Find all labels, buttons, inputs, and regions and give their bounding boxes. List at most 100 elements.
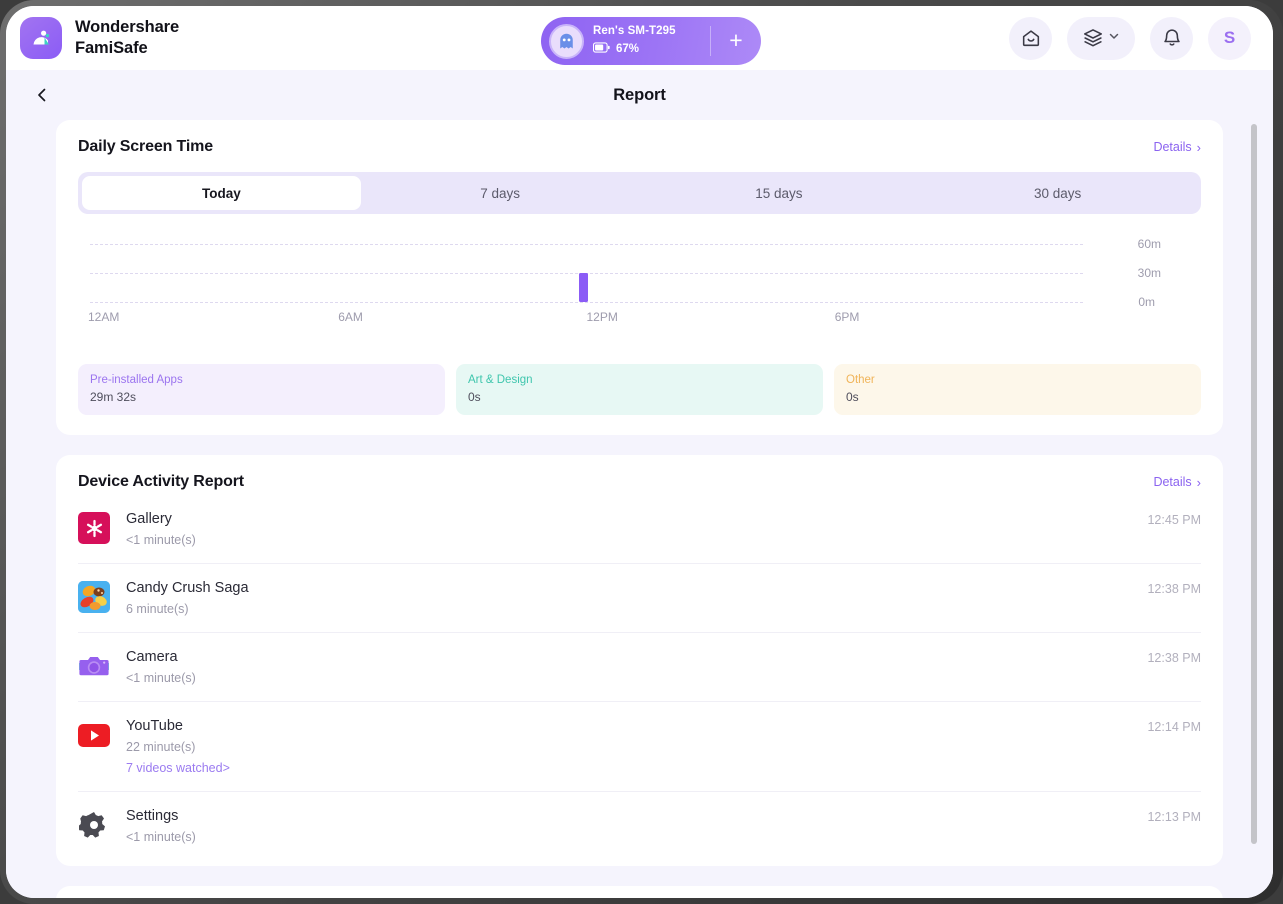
category-art-and-design[interactable]: Art & Design 0s	[456, 364, 823, 415]
famisafe-logo-icon	[20, 17, 62, 59]
category-value: 29m 32s	[90, 390, 137, 404]
recent-browser-history-card: Recent Browser History Details ›	[56, 886, 1223, 898]
card-header: Daily Screen Time Details ›	[78, 138, 1201, 156]
table-row[interactable]: Settings <1 minute(s) 12:13 PM	[78, 792, 1201, 860]
battery-percent: 67%	[616, 42, 640, 55]
table-row[interactable]: Gallery <1 minute(s) 12:45 PM	[78, 495, 1201, 564]
chevron-right-icon: ›	[1196, 474, 1201, 490]
activity-info: YouTube 22 minute(s) 7 videos watched>	[126, 718, 1147, 775]
device-battery: 67%	[592, 40, 676, 58]
app-duration: 6 minute(s)	[126, 602, 189, 616]
app-window: Wondershare FamiSafe Ren's SM-T295 67% +…	[6, 6, 1273, 898]
device-activity-report-card: Device Activity Report Details › Gallery…	[56, 455, 1223, 866]
ghost-avatar-icon	[549, 23, 584, 59]
chart-plot-area: 12AM 6AM 12PM 6PM	[88, 244, 1083, 324]
device-frame: Wondershare FamiSafe Ren's SM-T295 67% +…	[0, 0, 1283, 904]
sub-header: Report	[6, 70, 1273, 120]
app-name: Candy Crush Saga	[126, 580, 249, 596]
activity-title: Device Activity Report	[78, 473, 244, 490]
screen-time-details-link[interactable]: Details ›	[1153, 140, 1201, 155]
details-label: Details	[1153, 140, 1192, 154]
app-timestamp: 12:45 PM	[1147, 513, 1201, 527]
app-name: YouTube	[126, 718, 183, 734]
scrollbar[interactable]	[1251, 124, 1257, 892]
screen-time-chart: 12AM 6AM 12PM 6PM 60m 30m 0m	[78, 237, 1201, 352]
add-device-button[interactable]: +	[725, 29, 747, 52]
brand-line-2: FamiSafe	[75, 39, 148, 57]
y-tick-0m: 0m	[1138, 295, 1155, 309]
category-name: Other	[846, 374, 875, 386]
range-tab-group: Today 7 days 15 days 30 days	[78, 172, 1201, 214]
app-name: Gallery	[126, 511, 172, 527]
brand: Wondershare FamiSafe	[20, 17, 179, 59]
brand-name: Wondershare FamiSafe	[75, 17, 179, 59]
tab-7-days[interactable]: 7 days	[361, 176, 640, 210]
home-icon[interactable]	[1009, 16, 1052, 60]
daily-screen-time-card: Daily Screen Time Details › Today 7 days…	[56, 120, 1223, 435]
scrollbar-thumb[interactable]	[1251, 124, 1257, 844]
brand-line-1: Wondershare	[75, 18, 180, 37]
page-title: Report	[613, 85, 666, 104]
details-label: Details	[1153, 475, 1192, 489]
table-row[interactable]: YouTube 22 minute(s) 7 videos watched> 1…	[78, 702, 1201, 792]
youtube-icon	[78, 719, 110, 751]
card-header: Device Activity Report Details ›	[78, 473, 1201, 491]
chevron-left-icon[interactable]	[28, 81, 56, 109]
table-row[interactable]: Camera <1 minute(s) 12:38 PM	[78, 633, 1201, 702]
battery-icon	[592, 40, 610, 58]
activity-info: Camera <1 minute(s)	[126, 649, 1147, 685]
activity-details-link[interactable]: Details ›	[1153, 475, 1201, 490]
candy-crush-icon	[78, 581, 110, 613]
app-timestamp: 12:38 PM	[1147, 651, 1201, 665]
category-name: Art & Design	[468, 374, 533, 386]
layers-icon[interactable]	[1067, 16, 1135, 60]
app-duration: 22 minute(s)	[126, 740, 196, 754]
x-tick-6am: 6AM	[338, 310, 363, 324]
user-avatar[interactable]: S	[1208, 16, 1251, 60]
app-timestamp: 12:38 PM	[1147, 582, 1201, 596]
device-selector[interactable]: Ren's SM-T295 67% +	[541, 17, 761, 65]
category-name: Pre-installed Apps	[90, 374, 183, 386]
app-duration: <1 minute(s)	[126, 671, 196, 685]
chart-bar-12pm	[578, 273, 588, 302]
app-timestamp: 12:14 PM	[1147, 720, 1201, 734]
app-duration: <1 minute(s)	[126, 533, 196, 547]
device-pill-divider	[710, 26, 711, 56]
chevron-right-icon: ›	[1196, 139, 1201, 155]
bell-icon[interactable]	[1150, 16, 1193, 60]
y-tick-60m: 60m	[1137, 237, 1161, 251]
app-name: Settings	[126, 808, 179, 824]
top-bar-actions: S	[1009, 16, 1251, 60]
app-timestamp: 12:13 PM	[1147, 810, 1201, 824]
tab-15-days[interactable]: 15 days	[640, 176, 919, 210]
x-tick-12pm: 12PM	[586, 310, 618, 324]
activity-info: Candy Crush Saga 6 minute(s)	[126, 580, 1147, 616]
table-row[interactable]: Candy Crush Saga 6 minute(s) 12:38 PM	[78, 564, 1201, 633]
app-name: Camera	[126, 649, 178, 665]
app-duration: <1 minute(s)	[126, 830, 196, 844]
x-tick-6pm: 6PM	[834, 310, 860, 324]
x-tick-12am: 12AM	[88, 310, 120, 324]
gallery-icon	[78, 512, 110, 544]
screen-time-title: Daily Screen Time	[78, 138, 214, 155]
settings-gear-icon	[78, 809, 110, 841]
activity-info: Settings <1 minute(s)	[126, 808, 1147, 844]
category-legend: Pre-installed Apps 29m 32s Art & Design …	[78, 364, 1201, 415]
category-other[interactable]: Other 0s	[834, 364, 1201, 415]
device-name: Ren's SM-T295	[593, 24, 676, 37]
category-value: 0s	[846, 390, 859, 404]
tab-30-days[interactable]: 30 days	[918, 176, 1197, 210]
scroll-content: Daily Screen Time Details › Today 7 days…	[6, 120, 1273, 898]
videos-watched-link[interactable]: 7 videos watched>	[126, 761, 1147, 775]
y-tick-30m: 30m	[1137, 266, 1161, 280]
device-meta: Ren's SM-T295 67%	[592, 24, 676, 58]
top-bar: Wondershare FamiSafe Ren's SM-T295 67% +…	[6, 6, 1273, 70]
tab-today[interactable]: Today	[82, 176, 361, 210]
chevron-down-icon	[1108, 29, 1120, 47]
gridline-60m	[90, 244, 1083, 245]
camera-icon	[78, 650, 110, 682]
activity-info: Gallery <1 minute(s)	[126, 511, 1147, 547]
category-pre-installed-apps[interactable]: Pre-installed Apps 29m 32s	[78, 364, 445, 415]
category-value: 0s	[468, 390, 481, 404]
gridline-0m	[90, 302, 1083, 303]
